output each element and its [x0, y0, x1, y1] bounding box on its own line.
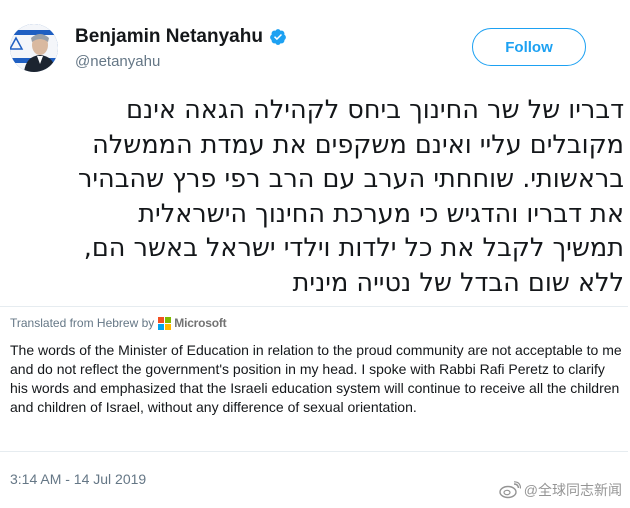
tweet-timestamp[interactable]: 3:14 AM - 14 Jul 2019 [10, 471, 146, 487]
avatar[interactable] [10, 24, 58, 72]
watermark-text: @全球同志新闻 [523, 482, 622, 498]
microsoft-logo-icon [158, 316, 172, 330]
tweet-line: תמשיך לקבל את כל ילדות וילדי ישראל באשר … [83, 233, 624, 263]
translation-text: The words of the Minister of Education i… [10, 342, 622, 415]
author-display-name[interactable]: Benjamin Netanyahu [75, 26, 263, 48]
tweet-text: דבריו של שר החינוך ביחס לקהילה הגאה אינם… [12, 93, 624, 300]
author-block: Benjamin Netanyahu @netanyahu [75, 26, 287, 71]
profile-photo-icon [10, 24, 58, 72]
display-name-row: Benjamin Netanyahu [75, 26, 287, 48]
verified-badge-icon [269, 28, 287, 46]
weibo-icon [499, 481, 521, 499]
translated-from-row: Translated from Hebrew by Microsoft [10, 316, 227, 330]
translated-from-label: Translated from Hebrew by [10, 316, 155, 330]
tweet-line: מקובלים עליי ואינם משקפים את עמדת הממשלה [92, 129, 624, 160]
tweet-line: בראשותי. שוחחתי הערב עם הרב רפי פרץ שהבה… [77, 164, 624, 194]
follow-button[interactable]: Follow [472, 28, 586, 66]
tweet-line: את דבריו והדגיש כי מערכת החינוך הישראלית [138, 198, 624, 229]
translation-provider[interactable]: Microsoft [174, 316, 226, 330]
tweet-line: ללא שום הבדל של נטייה מינית [292, 267, 624, 298]
author-handle[interactable]: @netanyahu [75, 53, 287, 71]
tweet-line: דבריו של שר החינוך ביחס לקהילה הגאה אינם [126, 95, 624, 125]
watermark: @全球同志新闻 [499, 480, 622, 500]
translation-box: Translated from Hebrew by Microsoft The … [0, 306, 628, 452]
